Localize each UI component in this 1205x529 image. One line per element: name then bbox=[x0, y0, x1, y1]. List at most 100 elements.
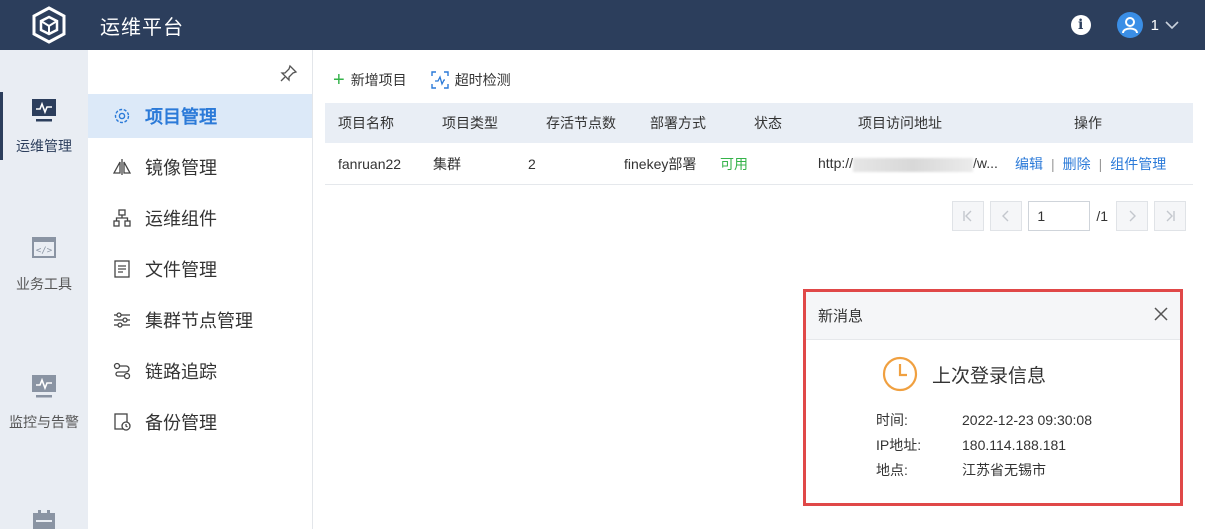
calendar-icon bbox=[0, 510, 88, 529]
col-header-url: 项目访问地址 bbox=[858, 115, 942, 131]
action-separator: | bbox=[1051, 155, 1055, 172]
nav-item-image-mgmt[interactable]: 镜像管理 bbox=[88, 145, 312, 189]
table-row: fanruan22 集群 2 finekey部署 可用 http:// /w...… bbox=[325, 143, 1193, 185]
notice-field-location: 地点: 江苏省无锡市 bbox=[876, 460, 1046, 480]
chevron-down-icon[interactable] bbox=[1165, 20, 1179, 30]
nav-item-label: 运维组件 bbox=[145, 209, 217, 229]
rail-item-label: 运维管理 bbox=[16, 138, 72, 154]
info-icon[interactable]: i bbox=[1070, 15, 1091, 35]
nav-item-ops-components[interactable]: 运维组件 bbox=[88, 196, 312, 240]
chevron-left-icon bbox=[1002, 210, 1009, 222]
nav-item-label: 项目管理 bbox=[145, 107, 217, 127]
notice-field-time: 时间: 2022-12-23 09:30:08 bbox=[876, 410, 1092, 430]
nav-item-cluster-nodes[interactable]: 集群节点管理 bbox=[88, 298, 312, 342]
prev-page-button[interactable] bbox=[990, 201, 1023, 231]
timeout-check-button[interactable]: 超时检测 bbox=[430, 70, 511, 90]
cell-actions: 编辑 | 删除 | 组件管理 bbox=[1015, 154, 1166, 174]
notice-title-text: 上次登录信息 bbox=[932, 365, 1047, 387]
monitor-alert-icon bbox=[0, 374, 88, 398]
nav-item-file-mgmt[interactable]: 文件管理 bbox=[88, 247, 312, 291]
app-title: 运维平台 bbox=[100, 16, 184, 39]
last-page-button[interactable] bbox=[1154, 201, 1186, 231]
notice-header: 新消息 bbox=[806, 292, 1180, 340]
add-project-button[interactable]: + 新增项目 bbox=[333, 70, 407, 90]
col-header-status: 状态 bbox=[754, 115, 782, 131]
nav-item-label: 链路追踪 bbox=[145, 362, 217, 382]
first-page-icon bbox=[963, 210, 972, 222]
field-value: 江苏省无锡市 bbox=[962, 462, 1046, 478]
sliders-icon bbox=[112, 310, 132, 330]
url-prefix: http:// bbox=[818, 155, 854, 172]
field-value: 2022-12-23 09:30:08 bbox=[962, 412, 1092, 428]
pin-icon[interactable] bbox=[280, 64, 298, 85]
field-key: IP地址: bbox=[876, 437, 922, 453]
rail-item-biz-tools[interactable]: </> 业务工具 bbox=[0, 236, 88, 294]
rail-item-label: 业务工具 bbox=[16, 276, 72, 292]
gear-icon bbox=[112, 106, 132, 126]
user-name[interactable]: 1 bbox=[1151, 17, 1159, 34]
chevron-right-icon bbox=[1129, 210, 1136, 222]
svg-text:</>: </> bbox=[36, 246, 53, 256]
toolbar: + 新增项目 超时检测 bbox=[333, 70, 535, 90]
col-header-deploy: 部署方式 bbox=[650, 115, 706, 131]
user-avatar-icon[interactable] bbox=[1116, 12, 1143, 38]
field-key: 时间: bbox=[876, 412, 908, 428]
col-header-actions: 操作 bbox=[1074, 115, 1102, 131]
sub-nav: 项目管理 镜像管理 运维组件 文件管理 集群节点管理 链路追踪 备份管理 bbox=[88, 50, 313, 529]
nav-item-label: 文件管理 bbox=[145, 260, 217, 280]
cell-type: 集群 bbox=[433, 155, 461, 172]
rail-item-calendar[interactable] bbox=[0, 510, 88, 529]
mirror-icon bbox=[112, 157, 132, 177]
page-number-input[interactable]: 1 bbox=[1028, 201, 1091, 231]
timeout-scan-icon bbox=[430, 71, 449, 89]
trace-icon bbox=[112, 361, 132, 381]
close-icon[interactable] bbox=[1154, 307, 1168, 325]
delete-link[interactable]: 删除 bbox=[1063, 156, 1091, 172]
action-separator: | bbox=[1098, 155, 1103, 172]
code-window-icon: </> bbox=[0, 236, 88, 260]
nav-item-backup[interactable]: 备份管理 bbox=[88, 400, 312, 444]
left-rail: 运维管理 </> 业务工具 监控与告警 bbox=[0, 50, 88, 529]
org-chart-icon bbox=[112, 208, 132, 228]
component-mgmt-link[interactable]: 组件管理 bbox=[1110, 156, 1166, 172]
page-total: /1 bbox=[1096, 208, 1108, 224]
top-header: 运维平台 i 1 bbox=[0, 0, 1205, 50]
next-page-button[interactable] bbox=[1116, 201, 1148, 231]
notice-header-title: 新消息 bbox=[818, 308, 864, 325]
rail-item-ops[interactable]: 运维管理 bbox=[0, 92, 88, 160]
timeout-check-label: 超时检测 bbox=[454, 72, 511, 88]
cell-deploy: finekey部署 bbox=[624, 155, 697, 172]
cell-alive: 2 bbox=[528, 155, 536, 172]
col-header-type: 项目类型 bbox=[442, 115, 498, 131]
nav-item-label: 备份管理 bbox=[145, 413, 217, 433]
monitor-chart-icon bbox=[0, 98, 88, 122]
edit-link[interactable]: 编辑 bbox=[1015, 156, 1043, 172]
cell-name: fanruan22 bbox=[338, 155, 402, 172]
table-header: 项目名称 项目类型 存活节点数 部署方式 状态 项目访问地址 操作 bbox=[325, 103, 1193, 143]
login-notice-popup: 新消息 上次登录信息 时间: 2022-12-23 09:30:08 IP地址: 1… bbox=[803, 289, 1183, 506]
cell-url[interactable]: http:// /w... bbox=[818, 155, 998, 172]
nav-item-label: 镜像管理 bbox=[145, 158, 217, 178]
first-page-button[interactable] bbox=[952, 201, 985, 231]
cell-status: 可用 bbox=[720, 155, 748, 172]
add-project-label: 新增项目 bbox=[350, 72, 407, 88]
notice-title: 上次登录信息 bbox=[882, 356, 1046, 392]
rail-item-monitor[interactable]: 监控与告警 bbox=[0, 374, 88, 432]
file-icon bbox=[112, 259, 132, 279]
field-value: 180.114.188.181 bbox=[962, 437, 1067, 453]
nav-item-label: 集群节点管理 bbox=[145, 311, 253, 331]
url-suffix: /w... bbox=[973, 155, 998, 172]
plus-icon: + bbox=[333, 69, 345, 91]
clock-icon bbox=[882, 356, 918, 392]
nav-item-project-mgmt[interactable]: 项目管理 bbox=[88, 94, 312, 138]
last-page-icon bbox=[1166, 210, 1175, 222]
nav-item-trace[interactable]: 链路追踪 bbox=[88, 349, 312, 393]
rail-item-label: 监控与告警 bbox=[9, 414, 79, 430]
col-header-name: 项目名称 bbox=[338, 115, 394, 131]
col-header-alive-nodes: 存活节点数 bbox=[546, 115, 616, 131]
project-table: 项目名称 项目类型 存活节点数 部署方式 状态 项目访问地址 操作 fanrua… bbox=[325, 103, 1193, 185]
field-key: 地点: bbox=[876, 462, 908, 478]
masked-address bbox=[853, 157, 974, 172]
cube-logo-icon[interactable] bbox=[24, 0, 74, 50]
pagination: 1 /1 bbox=[946, 201, 1186, 231]
